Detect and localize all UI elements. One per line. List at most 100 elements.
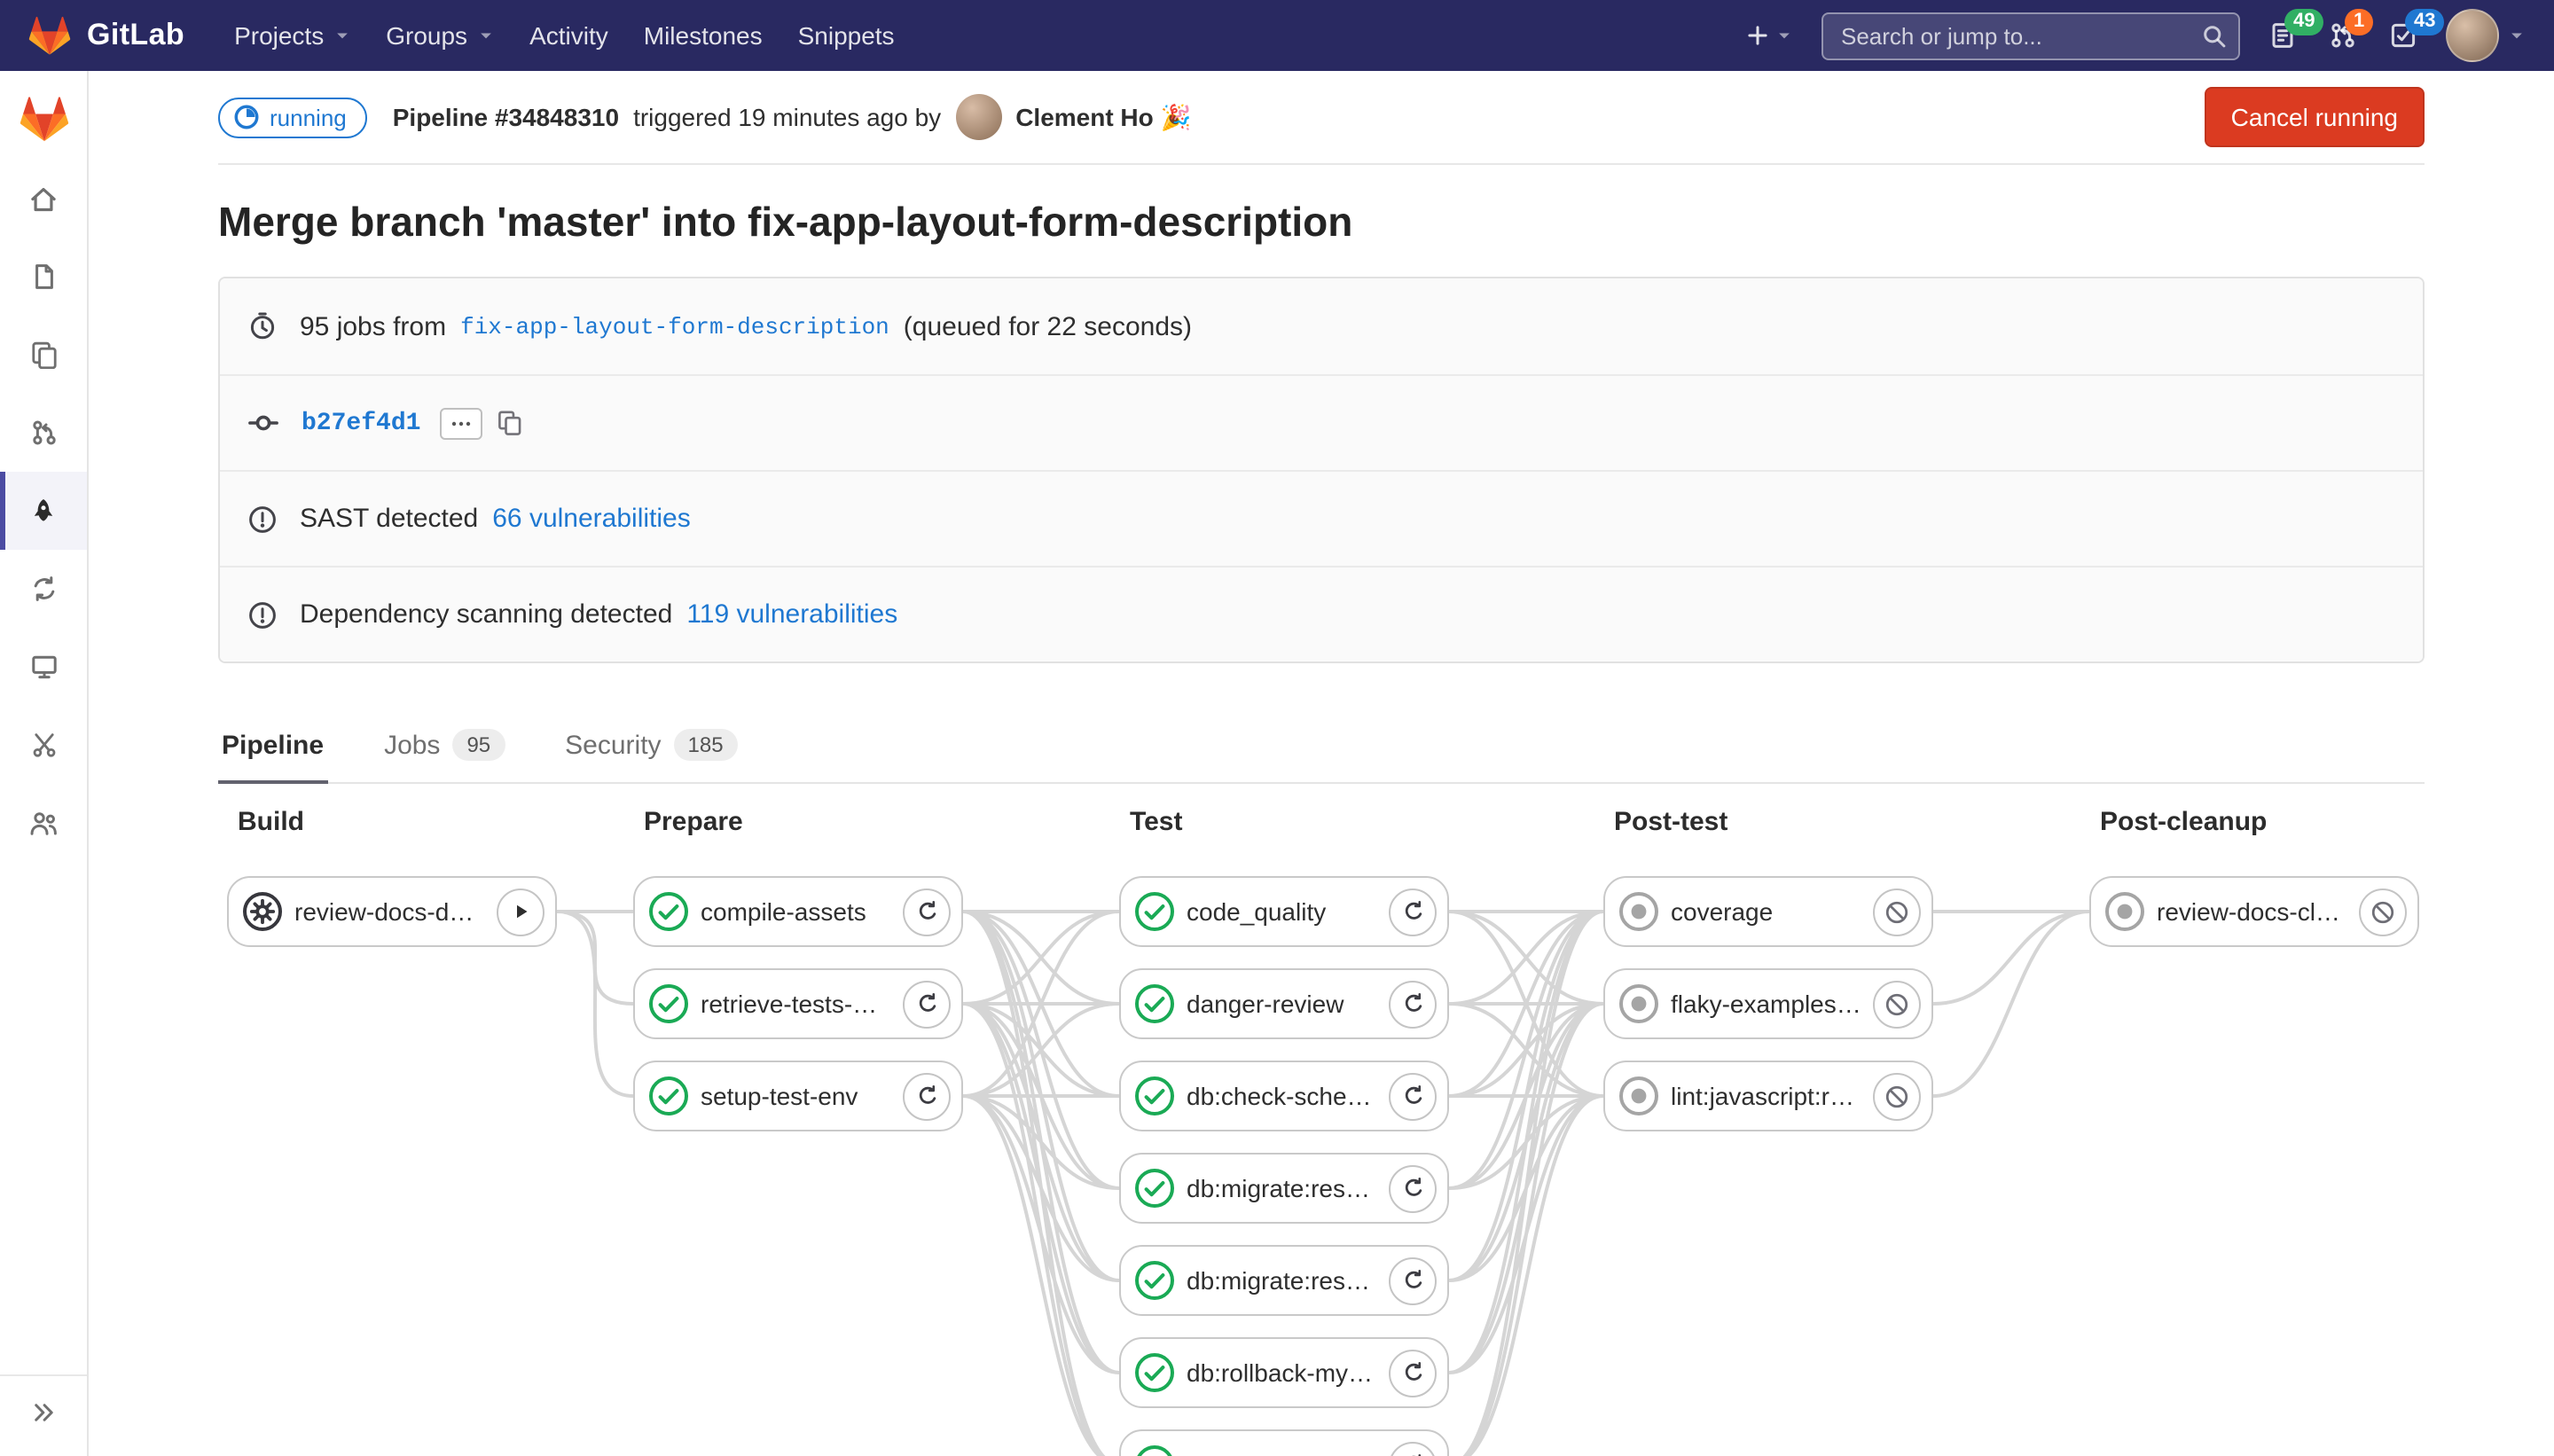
cancel-button[interactable]	[2359, 888, 2407, 935]
file-icon	[29, 262, 58, 291]
sidebar-item-home[interactable]	[0, 160, 87, 238]
status-success-icon	[649, 1076, 688, 1115]
status-label: running	[270, 104, 347, 130]
retry-button[interactable]	[903, 980, 951, 1028]
search-box	[1821, 12, 2240, 59]
search-input[interactable]	[1821, 12, 2240, 59]
retry-button[interactable]	[1389, 1072, 1437, 1120]
timer-icon	[248, 312, 277, 341]
tanuki-icon	[19, 94, 68, 144]
retry-button[interactable]	[903, 1072, 951, 1120]
play-button[interactable]	[497, 888, 544, 935]
retry-button[interactable]	[1389, 1256, 1437, 1304]
status-created-icon	[2105, 892, 2144, 931]
job-pill[interactable]: db:rollback-my…	[1119, 1337, 1449, 1408]
stage-header-test: Test	[1130, 807, 1182, 837]
job-name: db:migrate:res…	[1187, 1174, 1376, 1202]
author-name[interactable]: Clement Ho 🎉	[1015, 102, 1191, 132]
sidebar-item-scissors[interactable]	[0, 706, 87, 784]
nav-item-snippets[interactable]: Snippets	[780, 0, 913, 71]
job-pill[interactable]: coverage	[1603, 876, 1933, 947]
status-success-icon	[1135, 1445, 1174, 1456]
nav-item-label: Milestones	[644, 21, 763, 50]
dependency-vulnerabilities-link[interactable]: 119 vulnerabilities	[686, 599, 897, 630]
job-pill[interactable]: flaky-examples…	[1603, 968, 1933, 1039]
job-pill[interactable]: review-docs-d…	[227, 876, 557, 947]
job-name: db:rollback-my…	[1187, 1358, 1376, 1387]
tanuki-icon	[28, 14, 71, 57]
sidebar-item-users[interactable]	[0, 784, 87, 862]
retry-button[interactable]	[1389, 1441, 1437, 1456]
merge-requests-button[interactable]: 1	[2329, 21, 2357, 50]
retry-button[interactable]	[903, 888, 951, 935]
pipeline-id: Pipeline #34848310	[393, 103, 619, 131]
sidebar-item-issues[interactable]	[0, 316, 87, 394]
stage-header-build: Build	[238, 807, 304, 837]
sidebar-item-merge-request[interactable]	[0, 394, 87, 472]
job-pill[interactable]: db:migrate:res…	[1119, 1245, 1449, 1316]
triggered-text: triggered 19 minutes ago by	[633, 103, 941, 131]
cancel-running-button[interactable]: Cancel running	[2205, 87, 2425, 147]
status-manual-icon	[243, 892, 282, 931]
job-pill[interactable]	[1119, 1429, 1449, 1456]
new-menu-button[interactable]	[1745, 23, 1793, 48]
todos-count-badge: 43	[2405, 9, 2445, 35]
tab-jobs[interactable]: Jobs95	[380, 706, 508, 784]
sast-vulnerabilities-link[interactable]: 66 vulnerabilities	[492, 504, 690, 534]
commit-description-toggle[interactable]	[440, 407, 482, 439]
sidebar-item-rocket[interactable]	[0, 472, 87, 550]
commit-icon	[248, 408, 278, 438]
branch-link[interactable]: fix-app-layout-form-description	[460, 313, 889, 340]
retry-button[interactable]	[1389, 1164, 1437, 1212]
job-pill[interactable]: danger-review	[1119, 968, 1449, 1039]
sidebar-item-sync[interactable]	[0, 550, 87, 628]
job-pill[interactable]: compile-assets	[633, 876, 963, 947]
job-name: danger-review	[1187, 990, 1376, 1018]
user-avatar	[2446, 9, 2499, 62]
status-success-icon	[1135, 1261, 1174, 1300]
tab-pipeline[interactable]: Pipeline	[218, 706, 327, 784]
nav-item-groups[interactable]: Groups	[368, 0, 512, 71]
job-name: flaky-examples…	[1671, 990, 1861, 1018]
commit-sha-link[interactable]: b27ef4d1	[302, 409, 420, 437]
commit-title: Merge branch 'master' into fix-app-layou…	[218, 199, 2425, 247]
nav-item-projects[interactable]: Projects	[216, 0, 368, 71]
project-sidebar	[0, 71, 89, 1456]
nav-item-activity[interactable]: Activity	[512, 0, 626, 71]
sidebar-expand-button[interactable]	[0, 1374, 87, 1449]
job-pill[interactable]: setup-test-env	[633, 1061, 963, 1131]
retry-button[interactable]	[1389, 980, 1437, 1028]
status-success-icon	[649, 984, 688, 1023]
copy-commit-sha-button[interactable]	[497, 410, 523, 436]
queued-text: (queued for 22 seconds)	[904, 311, 1192, 341]
pipeline-status-badge[interactable]: running	[218, 97, 368, 137]
ellipsis-icon	[450, 419, 472, 427]
sidebar-logo[interactable]	[0, 71, 87, 160]
retry-button[interactable]	[1389, 1349, 1437, 1397]
job-pill[interactable]: db:check-sche…	[1119, 1061, 1449, 1131]
job-pill[interactable]: code_quality	[1119, 876, 1449, 947]
cancel-button[interactable]	[1873, 980, 1921, 1028]
tab-security[interactable]: Security185	[561, 706, 740, 784]
gitlab-logo[interactable]: GitLab	[28, 14, 184, 57]
issues-button[interactable]: 49	[2268, 21, 2297, 50]
chevron-down-icon	[333, 27, 350, 44]
job-name: review-docs-d…	[294, 897, 484, 926]
tab-label: Security	[565, 730, 661, 760]
todos-button[interactable]: 43	[2389, 21, 2417, 50]
user-menu-button[interactable]	[2446, 9, 2526, 62]
cancel-button[interactable]	[1873, 1072, 1921, 1120]
cancel-button[interactable]	[1873, 888, 1921, 935]
merge-requests-count-badge: 1	[2345, 9, 2373, 35]
job-pill[interactable]: review-docs-cl…	[2089, 876, 2419, 947]
status-success-icon	[649, 892, 688, 931]
author-avatar[interactable]	[955, 94, 1001, 140]
retry-button[interactable]	[1389, 888, 1437, 935]
sidebar-item-file[interactable]	[0, 238, 87, 316]
scissors-icon	[29, 731, 58, 759]
sidebar-item-monitor[interactable]	[0, 628, 87, 706]
nav-item-milestones[interactable]: Milestones	[626, 0, 780, 71]
job-pill[interactable]: db:migrate:res…	[1119, 1153, 1449, 1224]
job-pill[interactable]: lint:javascript:r…	[1603, 1061, 1933, 1131]
job-pill[interactable]: retrieve-tests-…	[633, 968, 963, 1039]
